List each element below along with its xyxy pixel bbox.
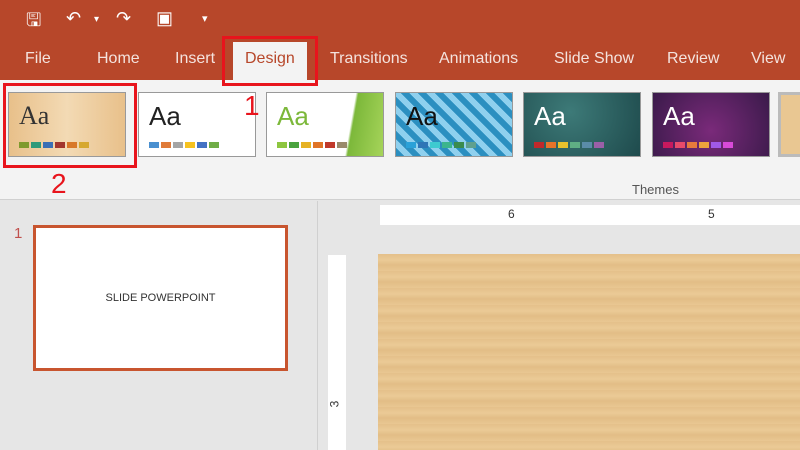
color-swatch xyxy=(418,142,428,148)
ruler-label: 3 xyxy=(327,400,342,408)
color-swatch xyxy=(430,142,440,148)
theme-color-swatches xyxy=(663,142,733,148)
theme-option-6[interactable]: Aa xyxy=(652,92,770,157)
color-swatch xyxy=(209,142,219,148)
tab-file[interactable]: File xyxy=(25,50,51,68)
color-swatch xyxy=(406,142,416,148)
color-swatch xyxy=(558,142,568,148)
color-swatch xyxy=(699,142,709,148)
undo-dropdown-icon[interactable]: ▾ xyxy=(94,14,99,25)
annotation-number-1: 1 xyxy=(244,90,260,121)
color-swatch xyxy=(442,142,452,148)
color-swatch xyxy=(570,142,580,148)
present-from-start-icon[interactable]: ▣ xyxy=(156,8,173,29)
color-swatch xyxy=(466,142,476,148)
horizontal-ruler: 6 5 xyxy=(380,205,800,225)
theme-option-4[interactable]: Aa xyxy=(395,92,513,157)
theme-color-swatches xyxy=(277,142,347,148)
color-swatch xyxy=(289,142,299,148)
color-swatch xyxy=(301,142,311,148)
save-icon[interactable]: 🖫 xyxy=(26,8,41,38)
tab-transitions[interactable]: Transitions xyxy=(330,50,408,68)
tab-view[interactable]: View xyxy=(751,50,785,68)
theme-sample-text: Aa xyxy=(534,101,566,131)
redo-icon[interactable]: ↷ xyxy=(116,8,131,29)
tab-insert[interactable]: Insert xyxy=(175,50,215,68)
tab-review[interactable]: Review xyxy=(667,50,719,68)
color-swatch xyxy=(546,142,556,148)
theme-option-3[interactable]: Aa xyxy=(266,92,384,157)
color-swatch xyxy=(534,142,544,148)
theme-color-swatches xyxy=(406,142,476,148)
theme-color-swatches xyxy=(534,142,604,148)
slide-thumbnail-title: SLIDE POWERPOINT xyxy=(105,292,216,304)
tab-home[interactable]: Home xyxy=(97,50,140,68)
color-swatch xyxy=(723,142,733,148)
tab-animations[interactable]: Animations xyxy=(439,50,518,68)
slide-canvas[interactable] xyxy=(378,254,800,450)
color-swatch xyxy=(337,142,347,148)
vertical-ruler: 3 xyxy=(327,255,346,450)
title-bar: 🖫 ↶ ▾ ↷ ▣ ▾ File Home Insert Design Tran… xyxy=(0,0,800,80)
color-swatch xyxy=(594,142,604,148)
color-swatch xyxy=(313,142,323,148)
color-swatch xyxy=(454,142,464,148)
color-swatch xyxy=(173,142,183,148)
undo-icon[interactable]: ↶ xyxy=(66,8,81,29)
theme-sample-text: Aa xyxy=(149,101,181,131)
theme-sample-text: Aa xyxy=(406,101,438,131)
color-swatch xyxy=(582,142,592,148)
theme-sample-text: Aa xyxy=(277,101,309,131)
color-swatch xyxy=(185,142,195,148)
color-swatch xyxy=(161,142,171,148)
customize-icon[interactable]: ▾ xyxy=(202,12,208,25)
slide-thumbnail[interactable]: SLIDE POWERPOINT xyxy=(33,225,288,371)
annotation-box-design xyxy=(222,36,318,86)
ruler-label: 5 xyxy=(708,207,715,221)
color-swatch xyxy=(325,142,335,148)
color-swatch xyxy=(663,142,673,148)
color-swatch xyxy=(675,142,685,148)
color-swatch xyxy=(149,142,159,148)
color-swatch xyxy=(687,142,697,148)
annotation-number-2: 2 xyxy=(51,168,67,199)
color-swatch xyxy=(277,142,287,148)
ruler-label: 6 xyxy=(508,207,515,221)
color-swatch xyxy=(197,142,207,148)
color-swatch xyxy=(711,142,721,148)
theme-color-swatches xyxy=(149,142,219,148)
theme-sample-text: Aa xyxy=(663,101,695,131)
slide-number: 1 xyxy=(14,225,23,242)
theme-option-5[interactable]: Aa xyxy=(523,92,641,157)
themes-group-label: Themes xyxy=(632,182,679,197)
annotation-box-theme xyxy=(3,83,137,168)
theme-option-2[interactable]: Aa xyxy=(138,92,256,157)
theme-partial[interactable] xyxy=(778,92,800,157)
tab-slide-show[interactable]: Slide Show xyxy=(554,50,634,68)
